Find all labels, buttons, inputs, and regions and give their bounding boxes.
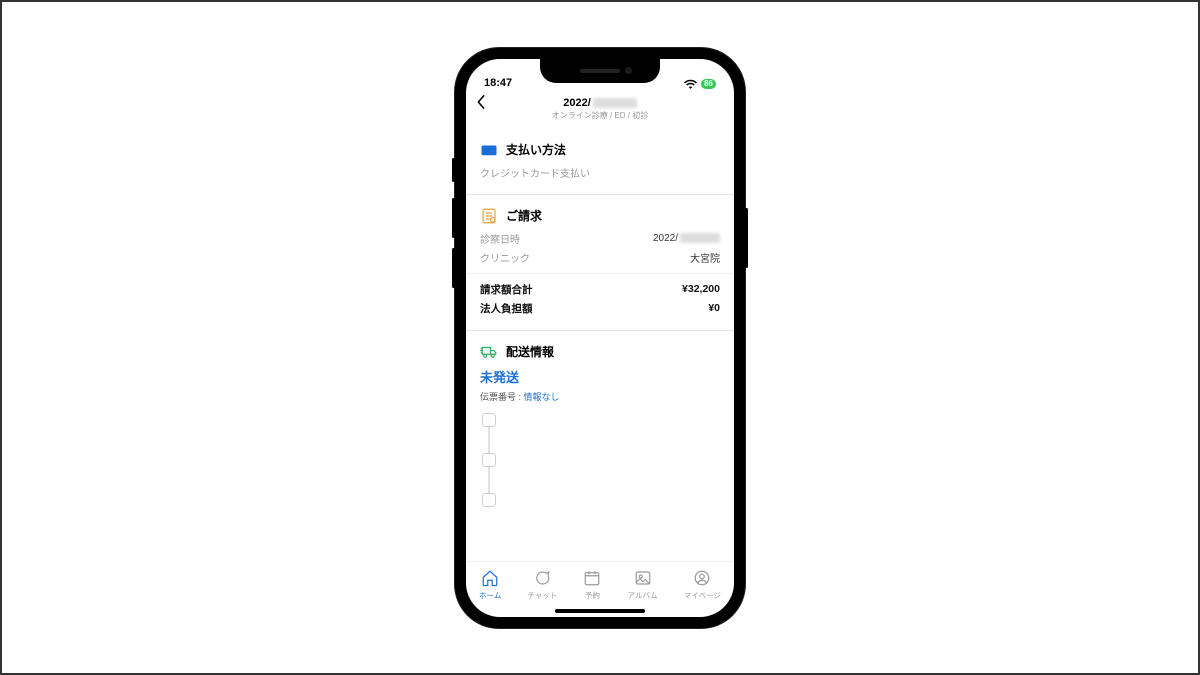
- home-icon: [481, 569, 499, 589]
- billing-clinic-label: クリニック: [480, 250, 530, 265]
- shipping-tracking: 伝票番号 : 情報なし: [480, 390, 720, 403]
- tab-reserve[interactable]: 予約: [583, 569, 601, 601]
- truck-icon: [480, 343, 498, 361]
- tab-home[interactable]: ホーム: [479, 569, 501, 601]
- redacted-text: [680, 233, 720, 243]
- battery-icon: 86: [701, 79, 716, 89]
- shipping-progress: [480, 413, 720, 507]
- home-indicator[interactable]: [555, 609, 645, 613]
- billing-section: ご請求 診察日時 2022/ クリニック 大宮院 請求額合計 ¥32,200 法…: [466, 195, 734, 331]
- tab-label: アルバム: [628, 590, 658, 601]
- status-time: 18:47: [484, 77, 512, 89]
- shipping-section-title: 配送情報: [506, 343, 554, 360]
- tab-mypage[interactable]: マイページ: [684, 569, 721, 601]
- phone-side-button: [452, 158, 455, 182]
- app-header: 2022/ オンライン診療 / ED / 初診: [466, 91, 734, 129]
- tab-label: マイページ: [684, 590, 721, 601]
- invoice-icon: [480, 207, 498, 225]
- page-subtitle: オンライン診療 / ED / 初診: [478, 110, 722, 121]
- shipping-status: 未発送: [480, 367, 720, 386]
- tab-album[interactable]: アルバム: [628, 569, 658, 601]
- billing-total-label: 請求額合計: [480, 282, 533, 297]
- user-icon: [693, 569, 711, 589]
- billing-corp-label: 法人負担額: [480, 301, 533, 316]
- billing-datetime-label: 診察日時: [480, 231, 520, 246]
- image-icon: [634, 569, 652, 589]
- billing-clinic-value: 大宮院: [690, 250, 720, 265]
- billing-row-datetime: 診察日時 2022/: [480, 231, 720, 246]
- shipping-tracking-label: 伝票番号 :: [480, 392, 521, 402]
- screen: 18:47 86 2022/ オンライン診療 / ED / 初診: [466, 59, 734, 617]
- back-button[interactable]: [476, 95, 486, 113]
- phone-side-button: [452, 198, 455, 238]
- progress-link: [488, 467, 490, 493]
- page-title: 2022/: [478, 97, 722, 109]
- content-scroll[interactable]: 支払い方法 クレジットカード支払い ご請求 診察日時 2022/ クリニック: [466, 129, 734, 561]
- shipping-section: 配送情報 未発送 伝票番号 : 情報なし: [466, 331, 734, 521]
- billing-row-clinic: クリニック 大宮院: [480, 250, 720, 265]
- billing-section-title: ご請求: [506, 207, 542, 224]
- front-camera: [625, 67, 632, 74]
- wifi-icon: [684, 79, 697, 89]
- progress-node: [482, 413, 496, 427]
- speaker-grille: [580, 69, 620, 73]
- payment-section-title: 支払い方法: [506, 141, 566, 158]
- tab-label: チャット: [527, 590, 557, 601]
- progress-node: [482, 493, 496, 507]
- chat-icon: [533, 569, 551, 589]
- payment-method-value: クレジットカード支払い: [480, 165, 720, 180]
- credit-card-icon: [480, 141, 498, 159]
- tab-chat[interactable]: チャット: [527, 569, 557, 601]
- phone-side-button: [745, 208, 748, 268]
- redacted-text: [593, 98, 637, 108]
- billing-datetime-prefix: 2022/: [653, 233, 678, 244]
- billing-corp-value: ¥0: [708, 302, 720, 314]
- phone-side-button: [452, 248, 455, 288]
- billing-row-total: 請求額合計 ¥32,200: [480, 282, 720, 297]
- billing-row-corp: 法人負担額 ¥0: [480, 301, 720, 316]
- tab-label: 予約: [585, 590, 600, 601]
- progress-node: [482, 453, 496, 467]
- page-title-prefix: 2022/: [563, 97, 591, 109]
- shipping-tracking-value[interactable]: 情報なし: [524, 392, 560, 402]
- billing-total-value: ¥32,200: [682, 283, 720, 295]
- calendar-icon: [583, 569, 601, 589]
- notch: [540, 59, 660, 83]
- tab-bar: ホーム チャット 予約 アルバム: [466, 561, 734, 617]
- phone-frame: 18:47 86 2022/ オンライン診療 / ED / 初診: [455, 48, 745, 628]
- payment-section: 支払い方法 クレジットカード支払い: [466, 129, 734, 195]
- progress-link: [488, 427, 490, 453]
- tab-label: ホーム: [479, 590, 501, 601]
- divider: [466, 273, 734, 274]
